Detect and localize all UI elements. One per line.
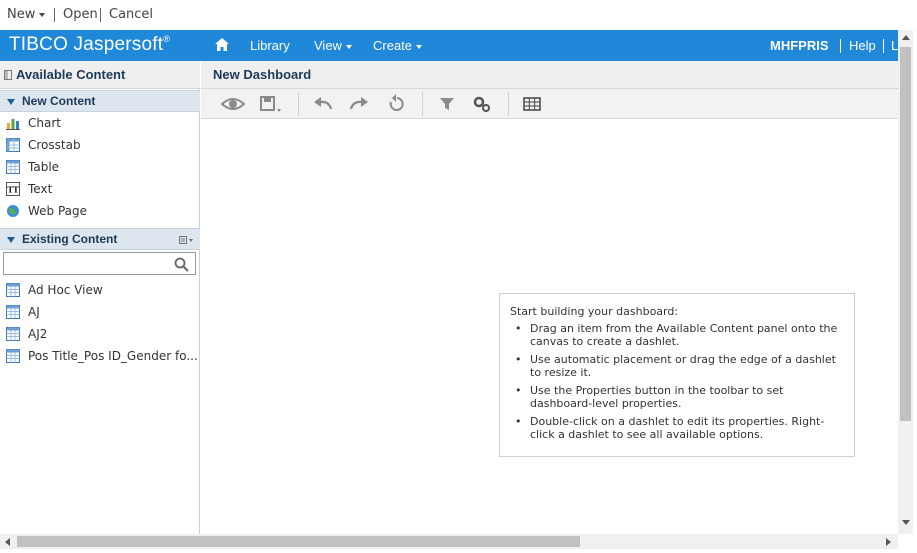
list-item-label: Chart [28, 116, 61, 130]
list-item-label: AJ [28, 305, 40, 319]
toolbar-divider [508, 92, 509, 116]
help-tip: Drag an item from the Available Content … [510, 322, 845, 348]
grid-icon[interactable] [520, 94, 544, 114]
list-item-label: Web Page [28, 204, 88, 218]
app-window: New Open Cancel TIBCO Jaspersoft® Librar… [0, 0, 917, 553]
open-button[interactable]: Open [63, 7, 98, 22]
redo-icon[interactable] [347, 94, 371, 114]
expand-triangle-icon [7, 237, 15, 243]
getting-started-help: Start building your dashboard: Drag an i… [499, 293, 855, 457]
search-icon[interactable] [174, 257, 189, 272]
vertical-scrollbar[interactable] [898, 30, 913, 534]
preview-icon[interactable] [221, 94, 245, 114]
vertical-scroll-thumb[interactable] [900, 47, 911, 421]
table-icon [6, 283, 20, 297]
panel-title: Available Content [16, 67, 126, 82]
list-item-label: Pos Title_Pos ID_Gender fo... [28, 349, 198, 363]
panel-header: Available Content [0, 61, 200, 89]
list-item-label: AJ2 [28, 327, 48, 341]
new-content-header[interactable]: New Content [0, 90, 200, 112]
nav-create[interactable]: Create [373, 38, 423, 53]
chart-icon [6, 119, 20, 130]
cancel-button[interactable]: Cancel [109, 7, 153, 22]
nav-view-label: View [314, 38, 342, 53]
help-tip: Double-click on a dashlet to edit its pr… [510, 415, 845, 441]
nav-library[interactable]: Library [250, 38, 290, 53]
dashboard-toolbar [201, 89, 898, 119]
list-item[interactable]: Pos Title_Pos ID_Gender fo... [0, 345, 200, 367]
list-item[interactable]: AJ2 [0, 323, 200, 345]
user-name[interactable]: MHFPRIS [770, 38, 829, 53]
window-menu: New Open Cancel [0, 0, 917, 30]
horizontal-scrollbar[interactable] [0, 534, 898, 549]
new-menu[interactable]: New [7, 7, 46, 22]
list-item-chart[interactable]: Chart [0, 112, 200, 134]
globe-icon [7, 205, 19, 217]
undo-icon[interactable] [311, 94, 335, 114]
list-item-web-page[interactable]: Web Page [0, 200, 200, 222]
dashboard-title-bar: New Dashboard [201, 61, 898, 89]
chevron-down-icon [39, 12, 46, 17]
undo-all-icon[interactable] [384, 94, 408, 114]
table-icon [6, 349, 20, 363]
list-item-crosstab[interactable]: Crosstab [0, 134, 200, 156]
chevron-down-icon [416, 44, 423, 49]
list-item-label: Ad Hoc View [28, 283, 103, 297]
help-intro: Start building your dashboard: [510, 305, 679, 318]
page-title: New Dashboard [213, 67, 312, 82]
existing-content-header[interactable]: Existing Content [0, 228, 200, 250]
table-icon [6, 305, 20, 319]
top-header: TIBCO Jaspersoft® Library View Create MH… [0, 30, 898, 61]
nav-create-label: Create [373, 38, 413, 53]
menu-divider [100, 8, 101, 22]
new-content-title: New Content [22, 94, 96, 108]
help-tips-list: Drag an item from the Available Content … [510, 322, 845, 446]
filter-icon[interactable] [435, 94, 459, 114]
list-item[interactable]: AJ [0, 301, 200, 323]
nav-view[interactable]: View [314, 38, 352, 53]
list-item-text[interactable]: TT Text [0, 178, 200, 200]
text-icon: TT [6, 182, 20, 196]
help-tip: Use the Properties button in the toolbar… [510, 384, 845, 410]
scroll-up-icon[interactable] [902, 35, 910, 40]
table-icon [6, 327, 20, 341]
properties-icon[interactable] [470, 94, 494, 114]
available-content-panel: Available Content New Content Chart Cros… [0, 61, 200, 534]
toolbar-divider [298, 92, 299, 116]
scroll-down-icon[interactable] [902, 520, 910, 525]
horizontal-scroll-thumb[interactable] [17, 536, 580, 547]
search-input[interactable] [6, 255, 166, 272]
header-divider [840, 39, 841, 53]
chevron-down-icon [345, 44, 352, 49]
list-item[interactable]: Ad Hoc View [0, 279, 200, 301]
crosstab-icon [6, 138, 20, 152]
home-icon[interactable] [215, 38, 229, 51]
help-link[interactable]: Help [849, 38, 876, 53]
brand-logo: TIBCO Jaspersoft® [9, 34, 170, 56]
table-icon [6, 160, 20, 174]
scroll-right-icon[interactable] [886, 538, 891, 546]
existing-content-title: Existing Content [22, 232, 118, 246]
list-item-label: Text [28, 182, 53, 196]
brand-mark: ® [163, 34, 171, 44]
collapse-panel-icon[interactable] [4, 70, 12, 80]
expand-triangle-icon [7, 99, 15, 105]
toolbar-divider [422, 92, 423, 116]
menu-divider [54, 8, 55, 22]
header-divider [883, 39, 884, 53]
list-options-icon[interactable] [179, 235, 194, 245]
scroll-left-icon[interactable] [5, 538, 10, 546]
list-item-label: Crosstab [28, 138, 81, 152]
svg-text:TT: TT [7, 185, 19, 195]
help-tip: Use automatic placement or drag the edge… [510, 353, 845, 379]
brand-name: TIBCO Jaspersoft [9, 34, 164, 55]
new-menu-label: New [7, 7, 36, 22]
list-item-table[interactable]: Table [0, 156, 200, 178]
save-icon[interactable] [258, 94, 282, 114]
list-item-label: Table [28, 160, 60, 174]
search-field[interactable] [3, 252, 196, 275]
